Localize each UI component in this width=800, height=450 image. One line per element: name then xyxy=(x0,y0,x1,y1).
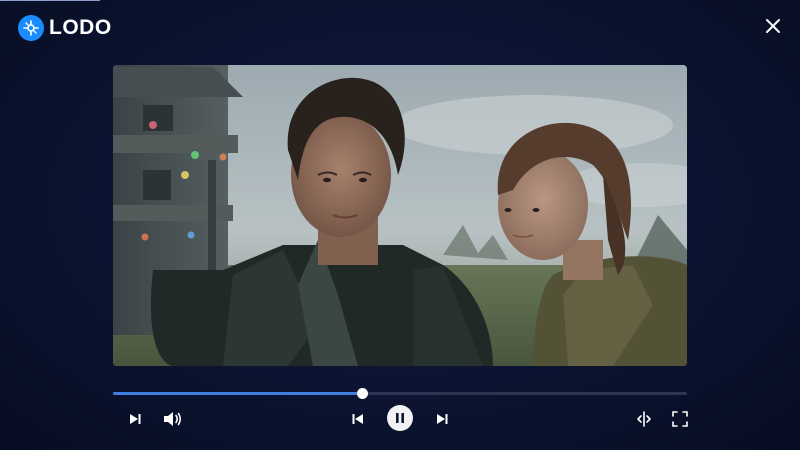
volume-icon xyxy=(164,412,182,426)
previous-button[interactable] xyxy=(349,410,367,428)
pause-button[interactable] xyxy=(387,405,413,431)
next-button[interactable] xyxy=(433,410,451,428)
close-button[interactable] xyxy=(762,15,784,37)
next-icon xyxy=(437,414,448,424)
next-episode-button[interactable] xyxy=(126,410,144,428)
volume-button[interactable] xyxy=(163,409,183,429)
fullscreen-icon xyxy=(672,411,688,427)
fullscreen-button[interactable] xyxy=(670,409,690,429)
progress-fill xyxy=(113,392,362,395)
progress-bar[interactable] xyxy=(113,388,687,399)
close-icon xyxy=(766,19,780,33)
progress-thumb[interactable] xyxy=(356,388,368,399)
logo-text: LODO xyxy=(49,16,112,39)
video-still xyxy=(113,65,687,366)
next-episode-icon xyxy=(130,414,141,424)
audio-track-button[interactable] xyxy=(634,409,654,429)
pause-icon xyxy=(396,413,404,423)
video-frame[interactable] xyxy=(113,65,687,366)
logo-icon xyxy=(18,15,44,41)
header: LODO xyxy=(0,0,800,56)
previous-icon xyxy=(352,414,363,424)
logo: LODO xyxy=(18,14,112,42)
audio-track-icon xyxy=(637,411,651,427)
